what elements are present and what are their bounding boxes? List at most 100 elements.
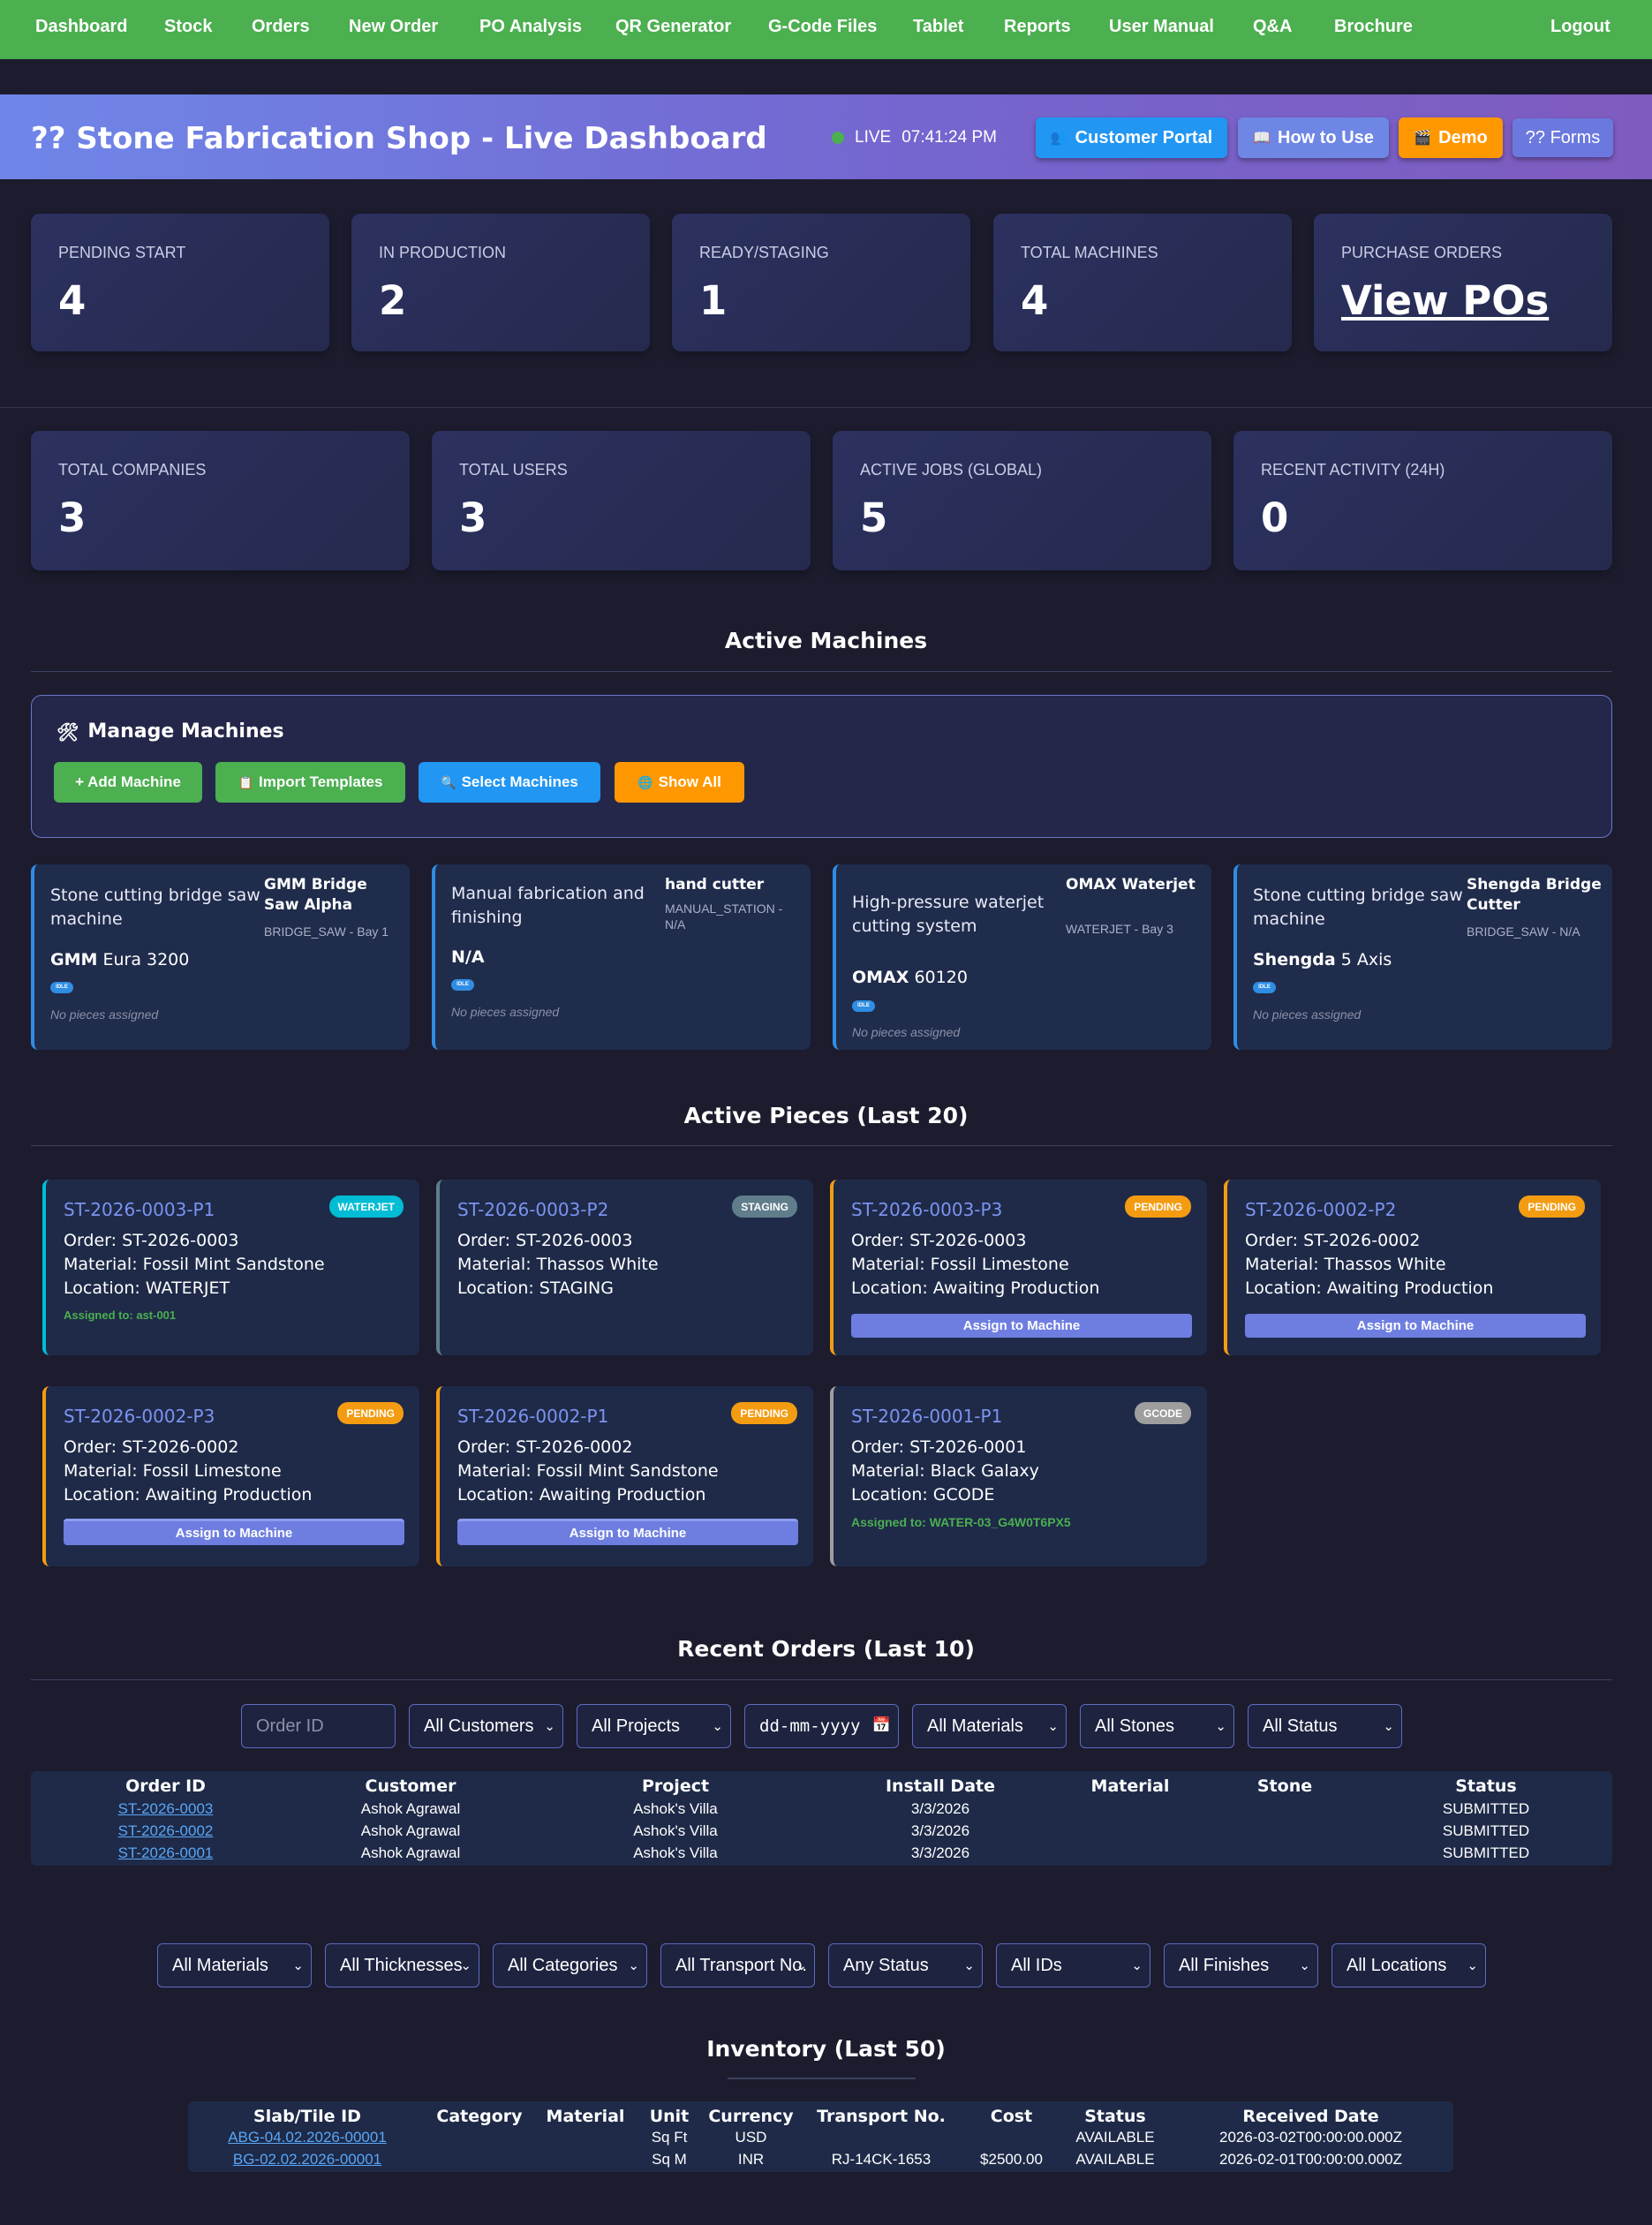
column-header: Category — [436, 2107, 523, 2126]
how-to-use-button[interactable]: 📖 How to Use — [1238, 117, 1389, 158]
order-id-link[interactable]: ST-2026-0002 — [31, 1822, 300, 1840]
slab-id-link[interactable]: BG-02.02.2026-00001 — [188, 2151, 426, 2168]
nav-po-analysis[interactable]: PO Analysis — [479, 17, 582, 37]
piece-location: Location: WATERJET — [64, 1278, 230, 1298]
table-cell: Ashok's Villa — [633, 1800, 718, 1817]
nav-gcode-files[interactable]: G-Code Files — [768, 17, 877, 37]
machine-card[interactable]: Stone cutting bridge saw machine GMM Bri… — [31, 864, 410, 1050]
table-cell: $2500.00 — [980, 2151, 1043, 2168]
piece-card[interactable]: ST-2026-0001-P1 GCODE Order: ST-2026-000… — [830, 1386, 1207, 1566]
piece-card[interactable]: ST-2026-0002-P3 PENDING Order: ST-2026-0… — [42, 1386, 419, 1566]
material-filter-select[interactable]: All Materials ⌄ — [912, 1704, 1067, 1748]
piece-order: Order: ST-2026-0003 — [64, 1231, 239, 1250]
machine-description: Stone cutting bridge saw machine — [50, 886, 260, 929]
machine-name: OMAX Waterjet — [1066, 876, 1196, 894]
piece-card[interactable]: ST-2026-0003-P2 STAGING Order: ST-2026-0… — [436, 1180, 813, 1355]
inventory-transport-filter[interactable]: All Transport No. ⌄ — [660, 1943, 815, 1987]
piece-material: Material: Thassos White — [1245, 1255, 1446, 1274]
assign-to-machine-button[interactable]: Assign to Machine — [64, 1519, 404, 1545]
active-machines-title: Active Machines — [724, 628, 928, 653]
stat-purchase-orders: Purchase Orders View POs — [1314, 214, 1612, 351]
column-header: Project — [641, 1776, 710, 1796]
status-badge: PENDING — [1125, 1195, 1191, 1218]
nav-stock[interactable]: Stock — [164, 17, 212, 37]
chevron-down-icon: ⌄ — [1047, 1719, 1059, 1734]
piece-location: Location: STAGING — [457, 1278, 614, 1298]
demo-button[interactable]: 🎬 Demo — [1399, 117, 1503, 158]
add-machine-button[interactable]: + Add Machine — [54, 762, 202, 803]
piece-card[interactable]: ST-2026-0003-P3 PENDING Order: ST-2026-0… — [830, 1180, 1207, 1355]
active-pieces-title: Active Pieces (Last 20) — [683, 1103, 969, 1128]
column-header: Material — [546, 2107, 625, 2126]
nav-dashboard[interactable]: Dashboard — [35, 17, 127, 37]
page-title: ?? Stone Fabrication Shop - Live Dashboa… — [31, 121, 767, 156]
machine-model: Shengda 5 Axis — [1253, 950, 1392, 969]
inventory-material-filter[interactable]: All Materials ⌄ — [157, 1943, 312, 1987]
assign-to-machine-button[interactable]: Assign to Machine — [1245, 1314, 1586, 1338]
order-id-input[interactable]: Order ID — [241, 1704, 396, 1748]
order-id-link[interactable]: ST-2026-0001 — [31, 1844, 300, 1862]
piece-card[interactable]: ST-2026-0003-P1 WATERJET Order: ST-2026-… — [42, 1180, 419, 1355]
select-machines-button[interactable]: 🔍 Select Machines — [419, 762, 600, 803]
status-badge: IDLE — [1253, 982, 1276, 993]
piece-assigned: Assigned to: WATER-03_G4W0T6PX5 — [851, 1515, 1071, 1529]
piece-card[interactable]: ST-2026-0002-P2 PENDING Order: ST-2026-0… — [1224, 1180, 1601, 1355]
slab-id-link[interactable]: ABG-04.02.2026-00001 — [188, 2129, 426, 2146]
column-header: Transport No. — [817, 2107, 946, 2126]
machine-name: GMM Bridge Saw Alpha — [264, 876, 367, 914]
install-date-input[interactable]: dd-mm-yyyy 📅 — [744, 1704, 899, 1748]
customer-filter-select[interactable]: All Customers ⌄ — [409, 1704, 563, 1748]
status-badge: PENDING — [731, 1402, 797, 1424]
stat-pending-start: Pending Start 4 — [31, 214, 329, 351]
nav-new-order[interactable]: New Order — [349, 17, 438, 37]
machine-type: MANUAL_STATION - N/A — [665, 901, 783, 931]
inventory-thickness-filter[interactable]: All Thicknesses ⌄ — [325, 1943, 479, 1987]
piece-id: ST-2026-0003-P3 — [851, 1199, 1003, 1220]
piece-id: ST-2026-0002-P2 — [1245, 1199, 1397, 1220]
table-cell: Sq Ft — [651, 2129, 688, 2146]
stone-filter-select[interactable]: All Stones ⌄ — [1080, 1704, 1234, 1748]
forms-button[interactable]: ?? Forms — [1512, 118, 1613, 157]
show-all-button[interactable]: 🌐 Show All — [615, 762, 744, 803]
nav-qa[interactable]: Q&A — [1253, 17, 1292, 37]
column-header: Install Date — [885, 1776, 995, 1796]
machine-pieces-note: No pieces assigned — [1253, 1007, 1362, 1022]
piece-order: Order: ST-2026-0003 — [851, 1231, 1027, 1250]
chevron-down-icon: ⌄ — [1131, 1958, 1143, 1973]
piece-card[interactable]: ST-2026-0002-P1 PENDING Order: ST-2026-0… — [436, 1386, 813, 1566]
nav-user-manual[interactable]: User Manual — [1109, 17, 1214, 37]
piece-location: Location: Awaiting Production — [1245, 1278, 1494, 1298]
customer-portal-button[interactable]: 👥 Customer Portal — [1036, 117, 1227, 158]
piece-order: Order: ST-2026-0002 — [64, 1437, 239, 1457]
calendar-icon: 📅 — [871, 1716, 891, 1734]
assign-to-machine-button[interactable]: Assign to Machine — [851, 1314, 1192, 1338]
machine-card[interactable]: High-pressure waterjet cutting system OM… — [833, 864, 1211, 1050]
nav-qr-generator[interactable]: QR Generator — [615, 17, 731, 37]
machine-card[interactable]: Stone cutting bridge saw machine Shengda… — [1233, 864, 1612, 1050]
project-filter-select[interactable]: All Projects ⌄ — [577, 1704, 731, 1748]
inventory-id-filter[interactable]: All IDs ⌄ — [996, 1943, 1150, 1987]
inventory-location-filter[interactable]: All Locations ⌄ — [1331, 1943, 1486, 1987]
table-cell: 3/3/2026 — [910, 1800, 970, 1817]
machine-card[interactable]: Manual fabrication and finishing hand cu… — [432, 864, 811, 1050]
nav-tablet[interactable]: Tablet — [913, 17, 963, 37]
inventory-status-filter[interactable]: Any Status ⌄ — [828, 1943, 983, 1987]
nav-brochure[interactable]: Brochure — [1334, 17, 1413, 37]
import-templates-button[interactable]: 📋 Import Templates — [215, 762, 405, 803]
column-header: Customer — [365, 1776, 456, 1796]
stat-total-machines: Total Machines 4 — [993, 214, 1292, 351]
assign-to-machine-button[interactable]: Assign to Machine — [457, 1519, 798, 1545]
view-pos-link[interactable]: View POs — [1341, 277, 1549, 324]
nav-logout[interactable]: Logout — [1550, 17, 1611, 37]
stat-recent-activity: Recent Activity (24h) 0 — [1233, 431, 1612, 570]
table-cell: Ashok Agrawal — [360, 1800, 461, 1817]
order-id-link[interactable]: ST-2026-0003 — [31, 1800, 300, 1818]
stat-total-users: Total Users 3 — [432, 431, 811, 570]
nav-orders[interactable]: Orders — [252, 17, 310, 37]
inventory-title: Inventory (Last 50) — [706, 2036, 946, 2062]
status-filter-select[interactable]: All Status ⌄ — [1248, 1704, 1402, 1748]
recent-orders-title: Recent Orders (Last 10) — [677, 1636, 975, 1662]
inventory-finish-filter[interactable]: All Finishes ⌄ — [1164, 1943, 1318, 1987]
nav-reports[interactable]: Reports — [1004, 17, 1071, 37]
inventory-category-filter[interactable]: All Categories ⌄ — [493, 1943, 647, 1987]
